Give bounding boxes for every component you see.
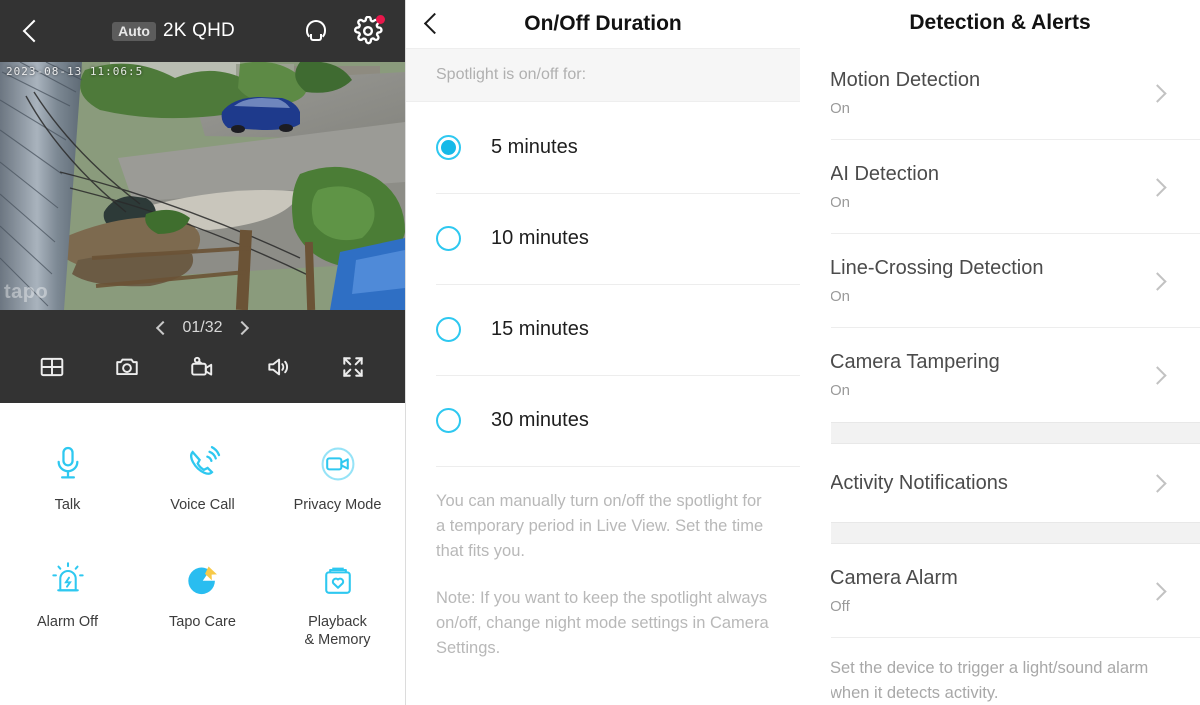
tapo-care-button[interactable]: Tapo Care — [135, 558, 270, 649]
back-chevron-icon[interactable] — [420, 12, 444, 36]
gear-icon[interactable] — [353, 15, 385, 46]
panel-left-margin — [800, 0, 831, 705]
page-title: Detection & Alerts — [909, 11, 1091, 34]
onoff-duration-panel: On/Off Duration Spotlight is on/off for:… — [405, 0, 800, 705]
chevron-right-icon — [1148, 365, 1167, 385]
chevron-right-icon — [1148, 581, 1167, 601]
alarm-off-button[interactable]: Alarm Off — [0, 558, 135, 649]
duration-option-label: 10 minutes — [491, 227, 589, 249]
microphone-icon — [52, 441, 84, 483]
playback-icon-row — [0, 351, 405, 383]
item-label: Line-Crossing Detection — [830, 257, 1044, 279]
list-item-camera-alarm[interactable]: Camera Alarm Off — [800, 544, 1200, 638]
three-panel-screenshot: Auto 2K QHD 2023-08-13 11:06:5 tapo 01/3… — [0, 0, 1200, 705]
talk-button[interactable]: Talk — [0, 441, 135, 514]
radio-selected-icon[interactable] — [436, 135, 461, 160]
multi-view-button[interactable] — [35, 351, 69, 383]
item-label: Activity Notifications — [830, 471, 1008, 494]
divider — [830, 637, 1200, 638]
help-paragraph-1: You can manually turn on/off the spotlig… — [436, 492, 764, 561]
item-label: Motion Detection — [830, 69, 981, 91]
detection-header: Detection & Alerts — [800, 0, 1200, 46]
chevron-right-icon — [1148, 271, 1167, 291]
privacy-mode-label: Privacy Mode — [293, 497, 382, 513]
record-button[interactable] — [185, 351, 219, 383]
tapo-care-icon — [184, 558, 222, 600]
voice-call-label: Voice Call — [170, 497, 235, 513]
quick-action-grid: Talk Voice Call Privacy Mode Alarm Off T… — [0, 403, 405, 649]
section-gap — [800, 422, 1200, 444]
duration-option-10[interactable]: 10 minutes — [406, 193, 800, 284]
radio-unselected-icon[interactable] — [436, 226, 461, 251]
tapo-care-label: Tapo Care — [169, 614, 236, 631]
camera-video-feed[interactable]: 2023-08-13 11:06:5 tapo — [0, 62, 405, 310]
radio-unselected-icon[interactable] — [436, 317, 461, 342]
quality-selector[interactable]: Auto 2K QHD — [44, 20, 303, 42]
duration-option-15[interactable]: 15 minutes — [406, 284, 800, 375]
item-label: Camera Alarm — [830, 567, 958, 589]
page-indicator: 01/32 — [182, 319, 223, 336]
chevron-right-icon[interactable] — [234, 320, 249, 336]
notification-dot — [376, 15, 385, 24]
item-status: On — [830, 288, 851, 305]
back-chevron-icon[interactable] — [18, 18, 44, 44]
alarm-off-label: Alarm Off — [37, 614, 98, 631]
item-label: AI Detection — [830, 163, 939, 185]
privacy-camera-icon — [320, 441, 356, 483]
page-title: On/Off Duration — [524, 12, 682, 35]
duration-option-label: 30 minutes — [491, 409, 589, 431]
duration-header: On/Off Duration — [406, 0, 800, 48]
chevron-right-icon — [1148, 177, 1167, 197]
section-gap — [800, 522, 1200, 544]
resolution-label[interactable]: 2K QHD — [163, 20, 235, 42]
playback-control-bar: 01/32 — [0, 310, 405, 403]
voice-call-button[interactable]: Voice Call — [135, 441, 270, 514]
duration-option-label: 15 minutes — [491, 318, 589, 340]
item-label: Camera Tampering — [830, 351, 1000, 373]
volume-button[interactable] — [261, 351, 295, 383]
list-item-ai-detection[interactable]: AI Detection On — [800, 140, 1200, 234]
quick-action-row-2: Alarm Off Tapo Care Playback & Memory — [0, 558, 405, 649]
list-item-motion-detection[interactable]: Motion Detection On — [800, 46, 1200, 140]
list-item-line-crossing-detection[interactable]: Line-Crossing Detection On — [800, 234, 1200, 328]
playback-memory-label: Playback & Memory — [304, 614, 371, 649]
item-status: On — [830, 382, 851, 399]
item-status: On — [830, 194, 851, 211]
item-status: On — [830, 100, 851, 117]
alarm-bell-icon — [50, 558, 86, 600]
camera-alarm-description: Set the device to trigger a light/sound … — [830, 659, 1149, 702]
playback-memory-icon — [321, 558, 355, 600]
quick-action-row-1: Talk Voice Call Privacy Mode — [0, 441, 405, 514]
auto-quality-badge[interactable]: Auto — [112, 21, 156, 41]
topbar-icon-group — [303, 15, 387, 46]
playback-memory-button[interactable]: Playback & Memory — [270, 558, 405, 649]
tapo-watermark: tapo — [4, 281, 49, 303]
list-item-activity-notifications[interactable]: Activity Notifications — [800, 444, 1200, 522]
video-timestamp: 2023-08-13 11:06:5 — [6, 65, 144, 78]
talk-label: Talk — [54, 497, 81, 513]
privacy-mode-button[interactable]: Privacy Mode — [270, 441, 405, 514]
snapshot-button[interactable] — [110, 351, 144, 383]
duration-option-30[interactable]: 30 minutes — [406, 375, 800, 466]
bulb-icon[interactable] — [303, 18, 326, 44]
phone-call-icon — [185, 441, 221, 483]
help-paragraph-2: Note: If you want to keep the spotlight … — [436, 589, 769, 658]
radio-unselected-icon[interactable] — [436, 408, 461, 433]
chevron-left-icon[interactable] — [156, 320, 171, 336]
item-status: Off — [830, 598, 850, 615]
duration-option-label: 5 minutes — [491, 136, 578, 158]
list-item-camera-tampering[interactable]: Camera Tampering On — [800, 328, 1200, 422]
live-view-panel: Auto 2K QHD 2023-08-13 11:06:5 tapo 01/3… — [0, 0, 405, 705]
duration-subtitle: Spotlight is on/off for: — [406, 48, 800, 102]
fullscreen-button[interactable] — [336, 351, 370, 383]
page-navigator: 01/32 — [156, 319, 249, 337]
duration-option-5[interactable]: 5 minutes — [406, 102, 800, 193]
live-view-topbar: Auto 2K QHD — [0, 0, 405, 62]
detection-alerts-panel: Detection & Alerts Motion Detection On A… — [800, 0, 1200, 705]
chevron-right-icon — [1148, 83, 1167, 103]
chevron-right-icon — [1148, 473, 1167, 493]
duration-help-text: You can manually turn on/off the spotlig… — [406, 467, 800, 661]
